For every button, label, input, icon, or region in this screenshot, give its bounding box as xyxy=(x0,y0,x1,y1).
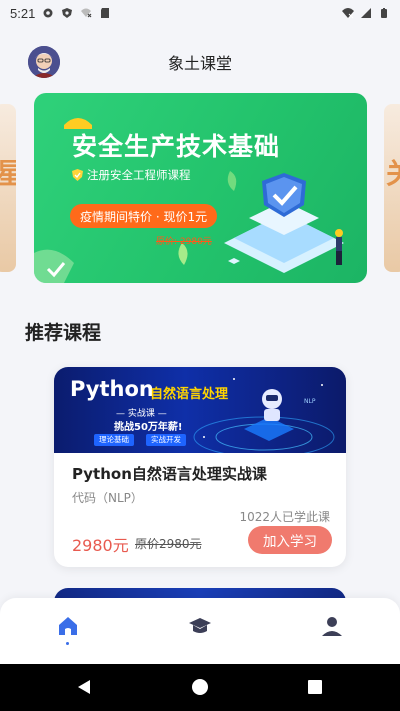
home-icon[interactable] xyxy=(56,614,80,638)
settings-icon xyxy=(43,8,53,18)
course-learners-count: 1022人已学此课 xyxy=(239,510,330,524)
carousel-prev-slide[interactable]: 星 xyxy=(0,104,16,272)
badge-shield-icon xyxy=(72,169,83,181)
page-title: 象土课堂 xyxy=(167,54,232,73)
status-bar: 5:21 xyxy=(0,0,400,26)
system-nav-bar xyxy=(0,664,400,711)
course-tag: 代码（NLP） xyxy=(72,491,143,505)
status-left: 5:21 xyxy=(10,6,111,21)
recents-icon[interactable] xyxy=(307,678,323,696)
svg-text:NLP: NLP xyxy=(304,398,316,405)
cover-headline-suffix: 自然语言处理 xyxy=(150,387,229,402)
promo-banner[interactable]: 安全生产技术基础 注册安全工程师课程 疫情期间特价 · 现价1元 原价: 298… xyxy=(34,93,367,283)
battery-icon xyxy=(381,8,387,18)
status-time: 5:21 xyxy=(10,5,36,21)
bottom-nav xyxy=(0,598,400,664)
app-header: 象土课堂 xyxy=(0,36,400,88)
course-original-price: 原价2980元 xyxy=(135,537,202,551)
avatar-image xyxy=(28,46,60,78)
prev-slide-art: 星 xyxy=(0,157,16,190)
profile-icon[interactable] xyxy=(320,614,344,638)
banner-subtitle-text: 注册安全工程师课程 xyxy=(87,168,191,182)
home-active-indicator xyxy=(66,642,69,645)
join-course-button[interactable]: 加入学习 xyxy=(248,526,332,554)
banner-old-price: 原价: 2980元 xyxy=(156,237,212,247)
course-cover-image: NLP Python 自然语言处理 — 实战课 — 挑战50万年薪! 理论基础 … xyxy=(54,367,346,453)
sd-card-icon xyxy=(101,8,110,18)
recommended-section-title: 推荐课程 xyxy=(25,322,102,344)
next-slide-art: 关 xyxy=(386,152,400,192)
cover-headline: Python xyxy=(70,377,154,401)
banner-art xyxy=(34,118,344,283)
carousel-next-slide[interactable]: 关 xyxy=(384,104,400,272)
no-data-icon xyxy=(81,8,92,18)
status-right xyxy=(342,7,390,19)
cover-challenge: 挑战50万年薪! xyxy=(114,422,183,433)
wifi-icon xyxy=(342,8,354,19)
back-icon[interactable] xyxy=(76,678,94,696)
course-card[interactable]: NLP Python 自然语言处理 — 实战课 — 挑战50万年薪! 理论基础 … xyxy=(54,367,346,567)
course-name: Python自然语言处理实战课 xyxy=(72,465,267,483)
cover-tag: 实战开发 xyxy=(146,434,186,446)
home-circle-icon[interactable] xyxy=(191,678,209,696)
course-price: 2980元 xyxy=(72,536,129,555)
signal-icon xyxy=(361,8,371,18)
courses-icon[interactable] xyxy=(188,614,212,638)
shield-icon xyxy=(62,8,73,18)
user-avatar[interactable] xyxy=(28,46,60,78)
cover-tag: 理论基础 xyxy=(94,434,134,446)
banner-subtitle: 注册安全工程师课程 xyxy=(72,167,191,183)
banner-promo-pill: 疫情期间特价 · 现价1元 xyxy=(70,204,218,228)
banner-title: 安全生产技术基础 xyxy=(72,132,281,161)
